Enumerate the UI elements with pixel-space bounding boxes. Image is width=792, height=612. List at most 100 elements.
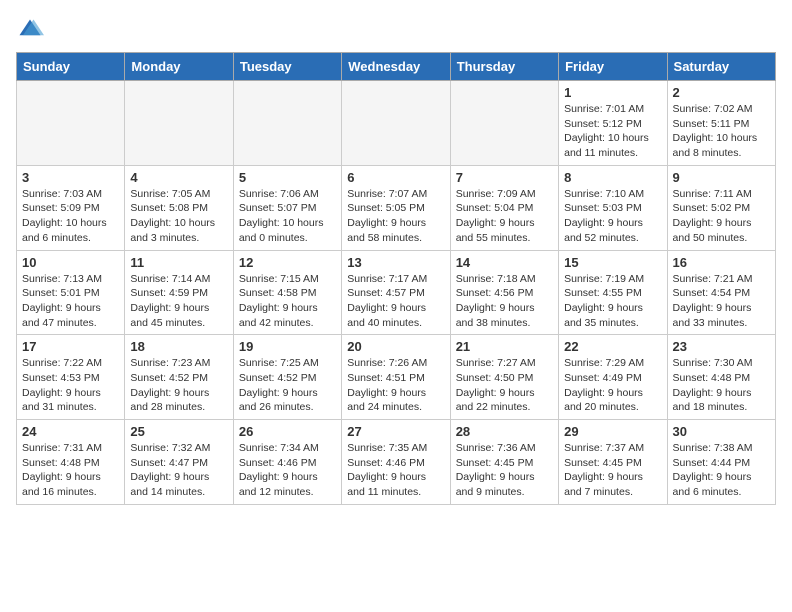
calendar-day-cell	[17, 81, 125, 166]
day-info: Sunrise: 7:07 AM Sunset: 5:05 PM Dayligh…	[347, 187, 444, 246]
day-number: 21	[456, 339, 553, 354]
weekday-header: Wednesday	[342, 53, 450, 81]
calendar-day-cell: 28Sunrise: 7:36 AM Sunset: 4:45 PM Dayli…	[450, 420, 558, 505]
day-info: Sunrise: 7:23 AM Sunset: 4:52 PM Dayligh…	[130, 356, 227, 415]
day-number: 30	[673, 424, 770, 439]
calendar-day-cell: 26 Sunrise: 7:34 AM Sunset: 4:46 PM Dayli…	[233, 420, 341, 505]
calendar-table: SundayMondayTuesdayWednesdayThursdayFrid…	[16, 52, 776, 505]
day-info: Sunrise: 7:13 AM Sunset: 5:01 PM Dayligh…	[22, 272, 119, 331]
calendar-day-cell: 23 Sunrise: 7:30 AM Sunset: 4:48 PM Dayli…	[667, 335, 775, 420]
day-number: 25	[130, 424, 227, 439]
calendar-day-cell: 1 Sunrise: 7:01 AM Sunset: 5:12 PM Daylig…	[559, 81, 667, 166]
calendar-day-cell: 24 Sunrise: 7:31 AM Sunset: 4:48 PM Dayli…	[17, 420, 125, 505]
day-info: Sunrise: 7:36 AM Sunset: 4:45 PM Dayligh…	[456, 441, 553, 500]
day-number: 24	[22, 424, 119, 439]
calendar-week-row: 17 Sunrise: 7:22 AM Sunset: 4:53 PM Dayli…	[17, 335, 776, 420]
calendar-day-cell: 12 Sunrise: 7:15 AM Sunset: 4:58 PM Dayli…	[233, 250, 341, 335]
day-number: 2	[673, 85, 770, 100]
day-number: 11	[130, 255, 227, 270]
calendar-day-cell: 5 Sunrise: 7:06 AM Sunset: 5:07 PM Daylig…	[233, 165, 341, 250]
day-number: 8	[564, 170, 661, 185]
calendar-day-cell: 27 Sunrise: 7:35 AM Sunset: 4:46 PM Dayli…	[342, 420, 450, 505]
day-number: 20	[347, 339, 444, 354]
day-info: Sunrise: 7:18 AM Sunset: 4:56 PM Dayligh…	[456, 272, 553, 331]
day-info: Sunrise: 7:35 AM Sunset: 4:46 PM Dayligh…	[347, 441, 444, 500]
day-number: 19	[239, 339, 336, 354]
day-number: 9	[673, 170, 770, 185]
calendar-day-cell: 11 Sunrise: 7:14 AM Sunset: 4:59 PM Dayli…	[125, 250, 233, 335]
weekday-header: Tuesday	[233, 53, 341, 81]
calendar-day-cell	[233, 81, 341, 166]
calendar-day-cell: 6 Sunrise: 7:07 AM Sunset: 5:05 PM Daylig…	[342, 165, 450, 250]
day-info: Sunrise: 7:15 AM Sunset: 4:58 PM Dayligh…	[239, 272, 336, 331]
calendar-day-cell: 29 Sunrise: 7:37 AM Sunset: 4:45 PM Dayli…	[559, 420, 667, 505]
day-info: Sunrise: 7:37 AM Sunset: 4:45 PM Dayligh…	[564, 441, 661, 500]
weekday-header: Monday	[125, 53, 233, 81]
day-info: Sunrise: 7:06 AM Sunset: 5:07 PM Dayligh…	[239, 187, 336, 246]
day-number: 10	[22, 255, 119, 270]
logo	[16, 16, 48, 44]
calendar-day-cell: 3Sunrise: 7:03 AM Sunset: 5:09 PM Daylig…	[17, 165, 125, 250]
calendar-day-cell: 21 Sunrise: 7:27 AM Sunset: 4:50 PM Dayli…	[450, 335, 558, 420]
day-info: Sunrise: 7:31 AM Sunset: 4:48 PM Dayligh…	[22, 441, 119, 500]
day-number: 26	[239, 424, 336, 439]
day-info: Sunrise: 7:02 AM Sunset: 5:11 PM Dayligh…	[673, 102, 770, 161]
day-info: Sunrise: 7:38 AM Sunset: 4:44 PM Dayligh…	[673, 441, 770, 500]
day-info: Sunrise: 7:25 AM Sunset: 4:52 PM Dayligh…	[239, 356, 336, 415]
weekday-header: Saturday	[667, 53, 775, 81]
day-info: Sunrise: 7:22 AM Sunset: 4:53 PM Dayligh…	[22, 356, 119, 415]
calendar-day-cell: 17 Sunrise: 7:22 AM Sunset: 4:53 PM Dayli…	[17, 335, 125, 420]
day-number: 23	[673, 339, 770, 354]
day-number: 15	[564, 255, 661, 270]
calendar-day-cell: 16 Sunrise: 7:21 AM Sunset: 4:54 PM Dayli…	[667, 250, 775, 335]
logo-icon	[16, 16, 44, 44]
weekday-header: Friday	[559, 53, 667, 81]
day-number: 12	[239, 255, 336, 270]
day-number: 14	[456, 255, 553, 270]
calendar-week-row: 24 Sunrise: 7:31 AM Sunset: 4:48 PM Dayli…	[17, 420, 776, 505]
day-info: Sunrise: 7:11 AM Sunset: 5:02 PM Dayligh…	[673, 187, 770, 246]
day-number: 22	[564, 339, 661, 354]
calendar-day-cell	[450, 81, 558, 166]
day-number: 29	[564, 424, 661, 439]
calendar-day-cell: 9 Sunrise: 7:11 AM Sunset: 5:02 PM Daylig…	[667, 165, 775, 250]
calendar-header-row: SundayMondayTuesdayWednesdayThursdayFrid…	[17, 53, 776, 81]
calendar-day-cell: 25 Sunrise: 7:32 AM Sunset: 4:47 PM Dayli…	[125, 420, 233, 505]
calendar-day-cell: 8Sunrise: 7:10 AM Sunset: 5:03 PM Daylig…	[559, 165, 667, 250]
calendar-day-cell: 10 Sunrise: 7:13 AM Sunset: 5:01 PM Dayli…	[17, 250, 125, 335]
header	[16, 16, 776, 44]
calendar-day-cell: 2 Sunrise: 7:02 AM Sunset: 5:11 PM Daylig…	[667, 81, 775, 166]
calendar-day-cell: 19 Sunrise: 7:25 AM Sunset: 4:52 PM Dayli…	[233, 335, 341, 420]
day-number: 1	[564, 85, 661, 100]
weekday-header: Thursday	[450, 53, 558, 81]
day-number: 13	[347, 255, 444, 270]
calendar-week-row: 3Sunrise: 7:03 AM Sunset: 5:09 PM Daylig…	[17, 165, 776, 250]
day-number: 18	[130, 339, 227, 354]
day-info: Sunrise: 7:01 AM Sunset: 5:12 PM Dayligh…	[564, 102, 661, 161]
day-info: Sunrise: 7:09 AM Sunset: 5:04 PM Dayligh…	[456, 187, 553, 246]
day-info: Sunrise: 7:32 AM Sunset: 4:47 PM Dayligh…	[130, 441, 227, 500]
calendar-day-cell: 22 Sunrise: 7:29 AM Sunset: 4:49 PM Dayli…	[559, 335, 667, 420]
calendar-day-cell: 13 Sunrise: 7:17 AM Sunset: 4:57 PM Dayli…	[342, 250, 450, 335]
day-info: Sunrise: 7:29 AM Sunset: 4:49 PM Dayligh…	[564, 356, 661, 415]
day-info: Sunrise: 7:26 AM Sunset: 4:51 PM Dayligh…	[347, 356, 444, 415]
day-info: Sunrise: 7:21 AM Sunset: 4:54 PM Dayligh…	[673, 272, 770, 331]
calendar-day-cell: 4Sunrise: 7:05 AM Sunset: 5:08 PM Daylig…	[125, 165, 233, 250]
day-info: Sunrise: 7:14 AM Sunset: 4:59 PM Dayligh…	[130, 272, 227, 331]
day-number: 5	[239, 170, 336, 185]
day-info: Sunrise: 7:34 AM Sunset: 4:46 PM Dayligh…	[239, 441, 336, 500]
calendar-day-cell	[125, 81, 233, 166]
day-info: Sunrise: 7:19 AM Sunset: 4:55 PM Dayligh…	[564, 272, 661, 331]
day-number: 7	[456, 170, 553, 185]
weekday-header: Sunday	[17, 53, 125, 81]
day-number: 17	[22, 339, 119, 354]
day-number: 6	[347, 170, 444, 185]
calendar-week-row: 1 Sunrise: 7:01 AM Sunset: 5:12 PM Daylig…	[17, 81, 776, 166]
calendar-week-row: 10 Sunrise: 7:13 AM Sunset: 5:01 PM Dayli…	[17, 250, 776, 335]
calendar-day-cell: 7 Sunrise: 7:09 AM Sunset: 5:04 PM Daylig…	[450, 165, 558, 250]
day-info: Sunrise: 7:30 AM Sunset: 4:48 PM Dayligh…	[673, 356, 770, 415]
day-info: Sunrise: 7:27 AM Sunset: 4:50 PM Dayligh…	[456, 356, 553, 415]
day-info: Sunrise: 7:17 AM Sunset: 4:57 PM Dayligh…	[347, 272, 444, 331]
day-number: 27	[347, 424, 444, 439]
day-number: 16	[673, 255, 770, 270]
